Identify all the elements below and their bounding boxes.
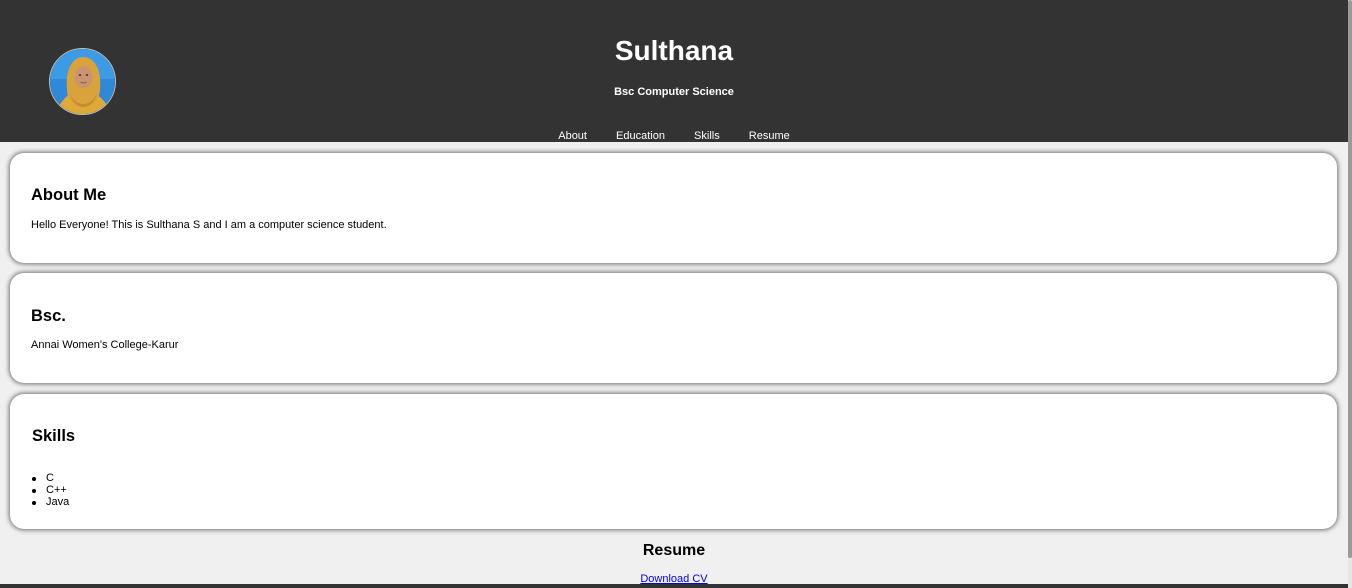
nav-link-about[interactable]: About xyxy=(558,130,587,142)
site-header: Sulthana Bsc Computer Science About Educ… xyxy=(0,0,1348,142)
education-text: Annai Women's College-Karur xyxy=(31,339,179,351)
skills-list: C C++ Java xyxy=(31,472,70,508)
about-text: Hello Everyone! This is Sulthana S and I… xyxy=(31,219,387,231)
skill-item-cpp: C++ xyxy=(31,484,69,496)
skills-section: Skills C C++ Java xyxy=(10,394,1337,529)
site-title: Sulthana xyxy=(614,35,734,66)
nav-link-resume[interactable]: Resume xyxy=(749,130,790,142)
about-section: About Me Hello Everyone! This is Sulthan… xyxy=(10,153,1337,263)
skill-item-java: Java xyxy=(31,496,70,508)
scrollbar-thumb[interactable] xyxy=(1348,0,1352,558)
skills-heading: Skills xyxy=(32,427,76,445)
nav-link-skills[interactable]: Skills xyxy=(694,130,720,142)
resume-heading: Resume xyxy=(642,542,706,559)
skill-item-c: C xyxy=(31,472,69,484)
education-section: Bsc. Annai Women's College-Karur xyxy=(10,273,1337,383)
education-heading: Bsc. xyxy=(31,307,66,325)
nav-link-education[interactable]: Education xyxy=(616,130,665,142)
vertical-scrollbar[interactable] xyxy=(1348,0,1352,588)
main-nav: About Education Skills Resume xyxy=(0,129,1348,143)
footer-bar xyxy=(0,584,1348,588)
about-heading: About Me xyxy=(31,186,107,204)
site-subtitle: Bsc Computer Science xyxy=(614,86,734,98)
